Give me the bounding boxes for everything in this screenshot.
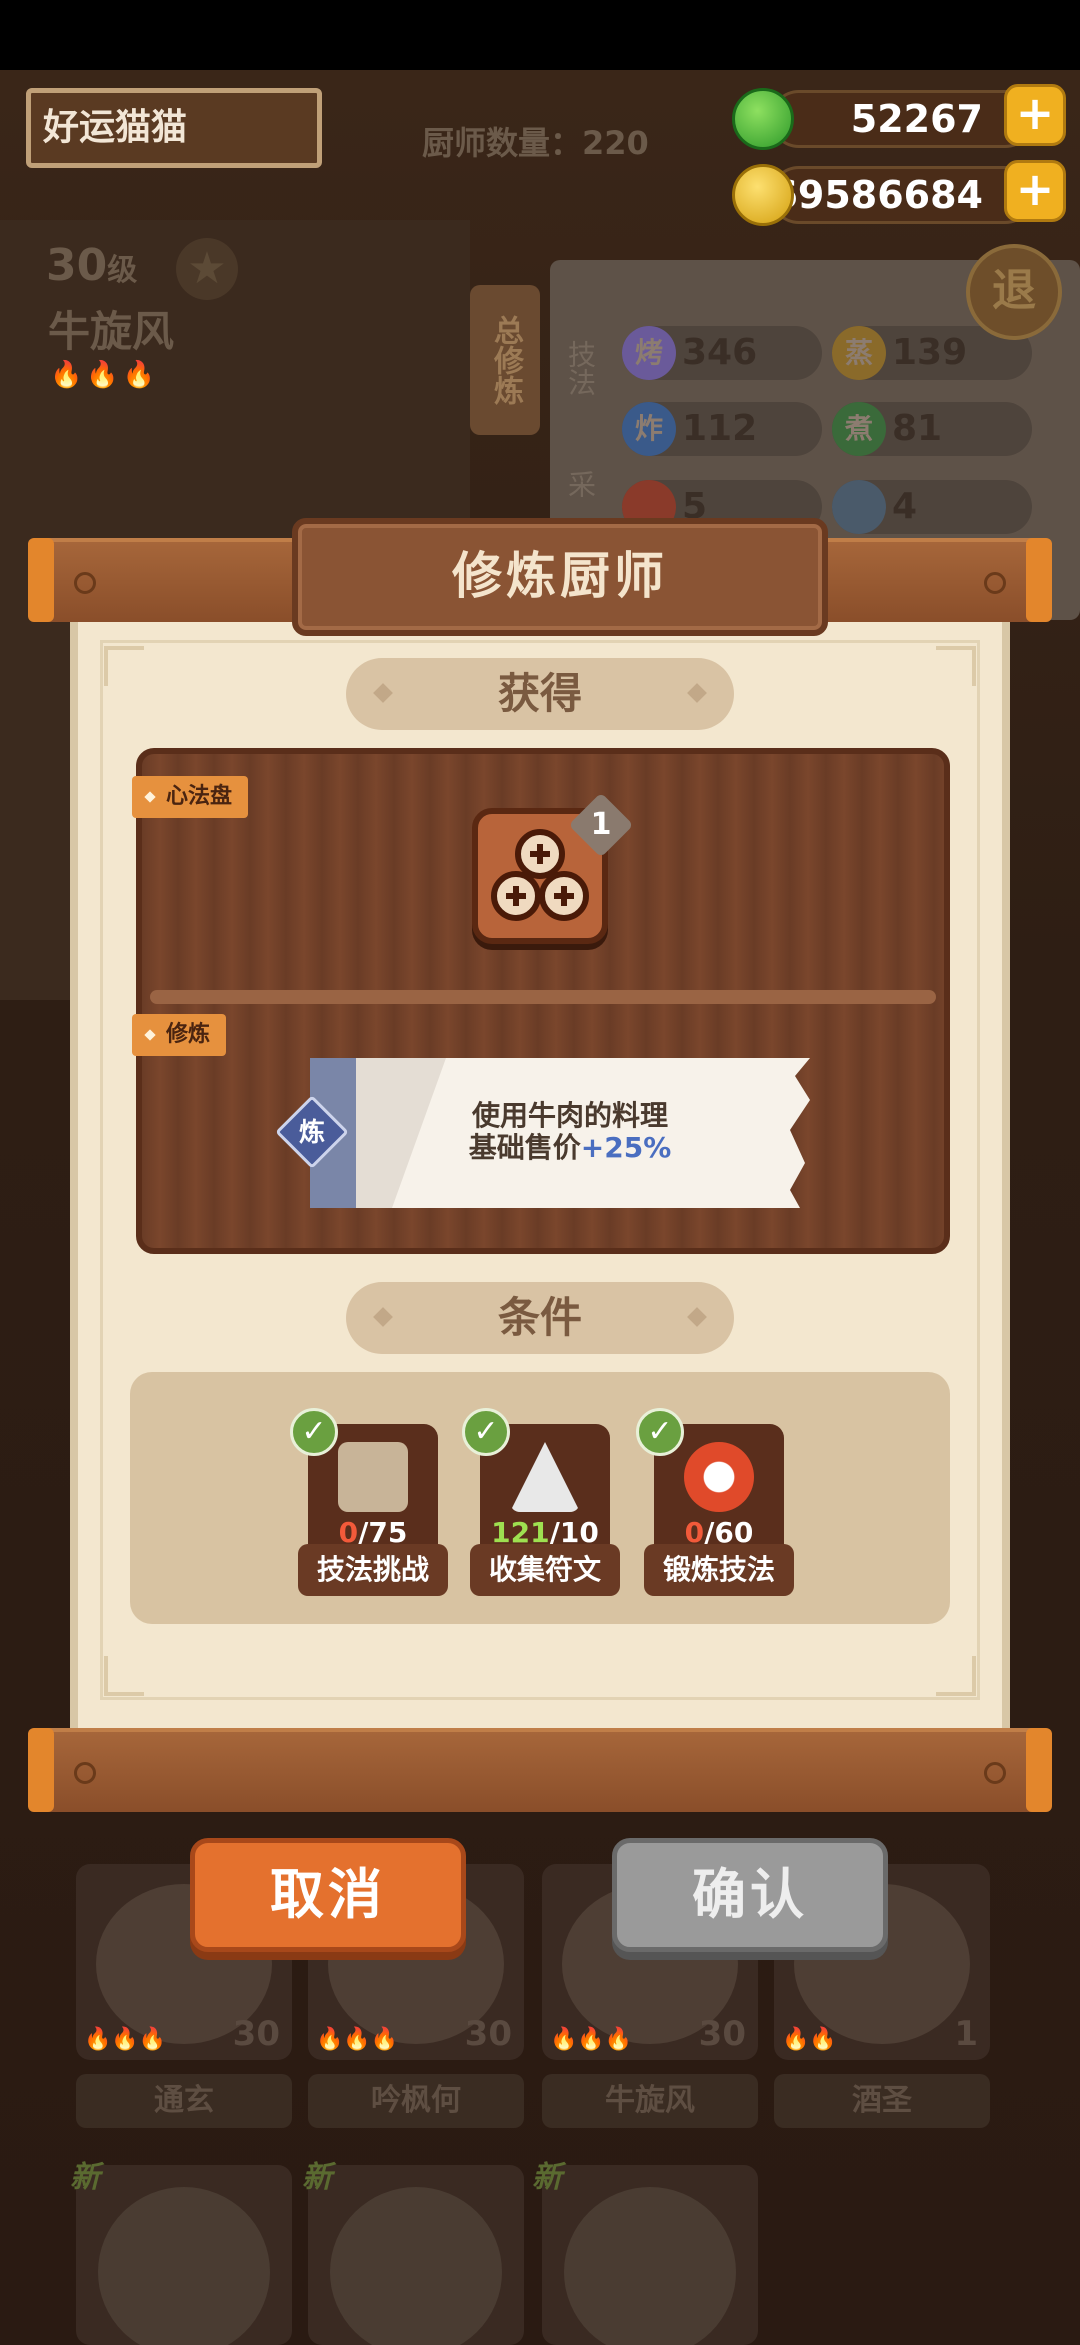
chef-card-level: 30 — [698, 2014, 746, 2054]
check-icon: ✓ — [636, 1408, 684, 1456]
skill-value: 81 — [892, 408, 943, 449]
chef-card-name: 通玄 — [76, 2074, 292, 2128]
chef-card-level: 30 — [464, 2014, 512, 2054]
heart-method-tag: 心法盘 — [132, 776, 249, 818]
condition-collect-runes[interactable]: 121/10 收集符文 ✓ — [462, 1408, 620, 1596]
flame-rating-icons: 🔥🔥🔥 — [550, 2027, 633, 2052]
total-cultivation-tab[interactable]: 总修炼 — [470, 285, 540, 435]
collect-fish: 4 — [832, 480, 1032, 534]
chef-card-name: 酒圣 — [774, 2074, 990, 2128]
skill-value: 346 — [682, 332, 758, 373]
flame-rating-icons: 🔥🔥 — [782, 2027, 837, 2052]
effect-line-1: 使用牛肉的料理 — [471, 1099, 668, 1132]
status-bar — [0, 0, 1080, 70]
condition-label: 技法挑战 — [298, 1544, 448, 1596]
reward-count: 1 — [590, 807, 612, 842]
effect-description: 使用牛肉的料理 基础售价+25% — [400, 1100, 740, 1164]
corner-ornament — [936, 646, 976, 686]
skill-value: 112 — [682, 408, 758, 449]
modal-title: 修炼厨师 — [452, 547, 668, 605]
skill-book-icon — [338, 1442, 408, 1512]
skill-boil: 煮 81 — [832, 402, 1032, 456]
collect-section-label: 采 — [564, 470, 597, 498]
chef-card-name: 牛旋风 — [542, 2074, 758, 2128]
coin-amount: 69586684 — [771, 173, 983, 217]
add-coins-button[interactable]: + — [1004, 160, 1066, 222]
steam-icon: 蒸 — [832, 326, 886, 380]
coin-currency: 69586684 — [770, 166, 1034, 224]
player-name[interactable]: 好运猫猫 — [26, 88, 322, 168]
skill-roast: 烤 346 — [622, 326, 822, 380]
refine-icon-label: 炼 — [298, 1118, 325, 1148]
new-badge: 新 — [532, 2160, 562, 2195]
coin-icon — [732, 164, 794, 226]
corner-ornament — [104, 646, 144, 686]
conditions-section-header: 条件 — [346, 1282, 734, 1354]
modal-title-plate: 修炼厨师 — [292, 518, 828, 636]
corner-ornament — [104, 1656, 144, 1696]
chef-card-name: 吟枫何 — [308, 2074, 524, 2128]
condition-label: 收集符文 — [470, 1544, 620, 1596]
confirm-button[interactable]: 确认 — [612, 1838, 888, 1952]
check-icon: ✓ — [290, 1408, 338, 1456]
obtain-section-header: 获得 — [346, 658, 734, 730]
skill-fry: 炸 112 — [622, 402, 822, 456]
jade-amount: 52267 — [850, 97, 983, 141]
chef-card-level: 30 — [232, 2014, 280, 2054]
star-icon: ★ — [176, 238, 238, 300]
condition-skill-challenge[interactable]: 0/75 技法挑战 ✓ — [290, 1408, 448, 1596]
obtain-label: 获得 — [497, 669, 582, 718]
roast-icon: 烤 — [622, 326, 676, 380]
skill-value: 139 — [892, 332, 968, 373]
jade-icon — [732, 88, 794, 150]
alarm-clock-icon — [684, 1442, 754, 1512]
chef-card-new[interactable] — [76, 2165, 292, 2345]
condition-label: 锻炼技法 — [644, 1544, 794, 1596]
add-jade-button[interactable]: + — [1004, 84, 1066, 146]
new-badge: 新 — [302, 2160, 332, 2195]
chef-portrait — [330, 2187, 502, 2345]
panel-divider — [150, 990, 936, 1004]
exit-button[interactable]: 退 — [966, 244, 1062, 340]
chef-portrait — [564, 2187, 736, 2345]
effect-bonus-value: +25% — [580, 1131, 672, 1164]
corner-ornament — [936, 1656, 976, 1696]
check-icon: ✓ — [462, 1408, 510, 1456]
fry-icon: 炸 — [622, 402, 676, 456]
chef-level: 30级 — [46, 240, 138, 291]
flame-rating-icons: 🔥🔥🔥 — [50, 360, 160, 390]
flame-rating-icons: 🔥🔥🔥 — [316, 2027, 399, 2052]
fish-icon — [832, 480, 886, 534]
flame-rating-icons: 🔥🔥🔥 — [84, 2027, 167, 2052]
chef-card-new[interactable] — [542, 2165, 758, 2345]
chef-portrait — [98, 2187, 270, 2345]
effect-line-2: 基础售价+25% — [400, 1132, 740, 1164]
cancel-button[interactable]: 取消 — [190, 1838, 466, 1952]
effect-prefix: 基础售价 — [468, 1131, 581, 1164]
chef-name: 牛旋风 — [48, 307, 175, 356]
chef-card-new[interactable] — [308, 2165, 524, 2345]
new-badge: 新 — [70, 2160, 100, 2195]
jade-currency: 52267 — [770, 90, 1034, 148]
boil-icon: 煮 — [832, 402, 886, 456]
conditions-label: 条件 — [497, 1293, 582, 1342]
skill-value: 4 — [892, 486, 918, 527]
skills-section-label: 技法 — [564, 340, 597, 396]
scroll-bottom-rod — [28, 1728, 1052, 1812]
chef-count: 厨师数量：220 — [422, 124, 649, 162]
condition-train-skills[interactable]: 0/60 锻炼技法 ✓ — [636, 1408, 794, 1596]
chef-card-level: 1 — [954, 2014, 978, 2054]
cultivate-tag: 修炼 — [132, 1014, 227, 1056]
